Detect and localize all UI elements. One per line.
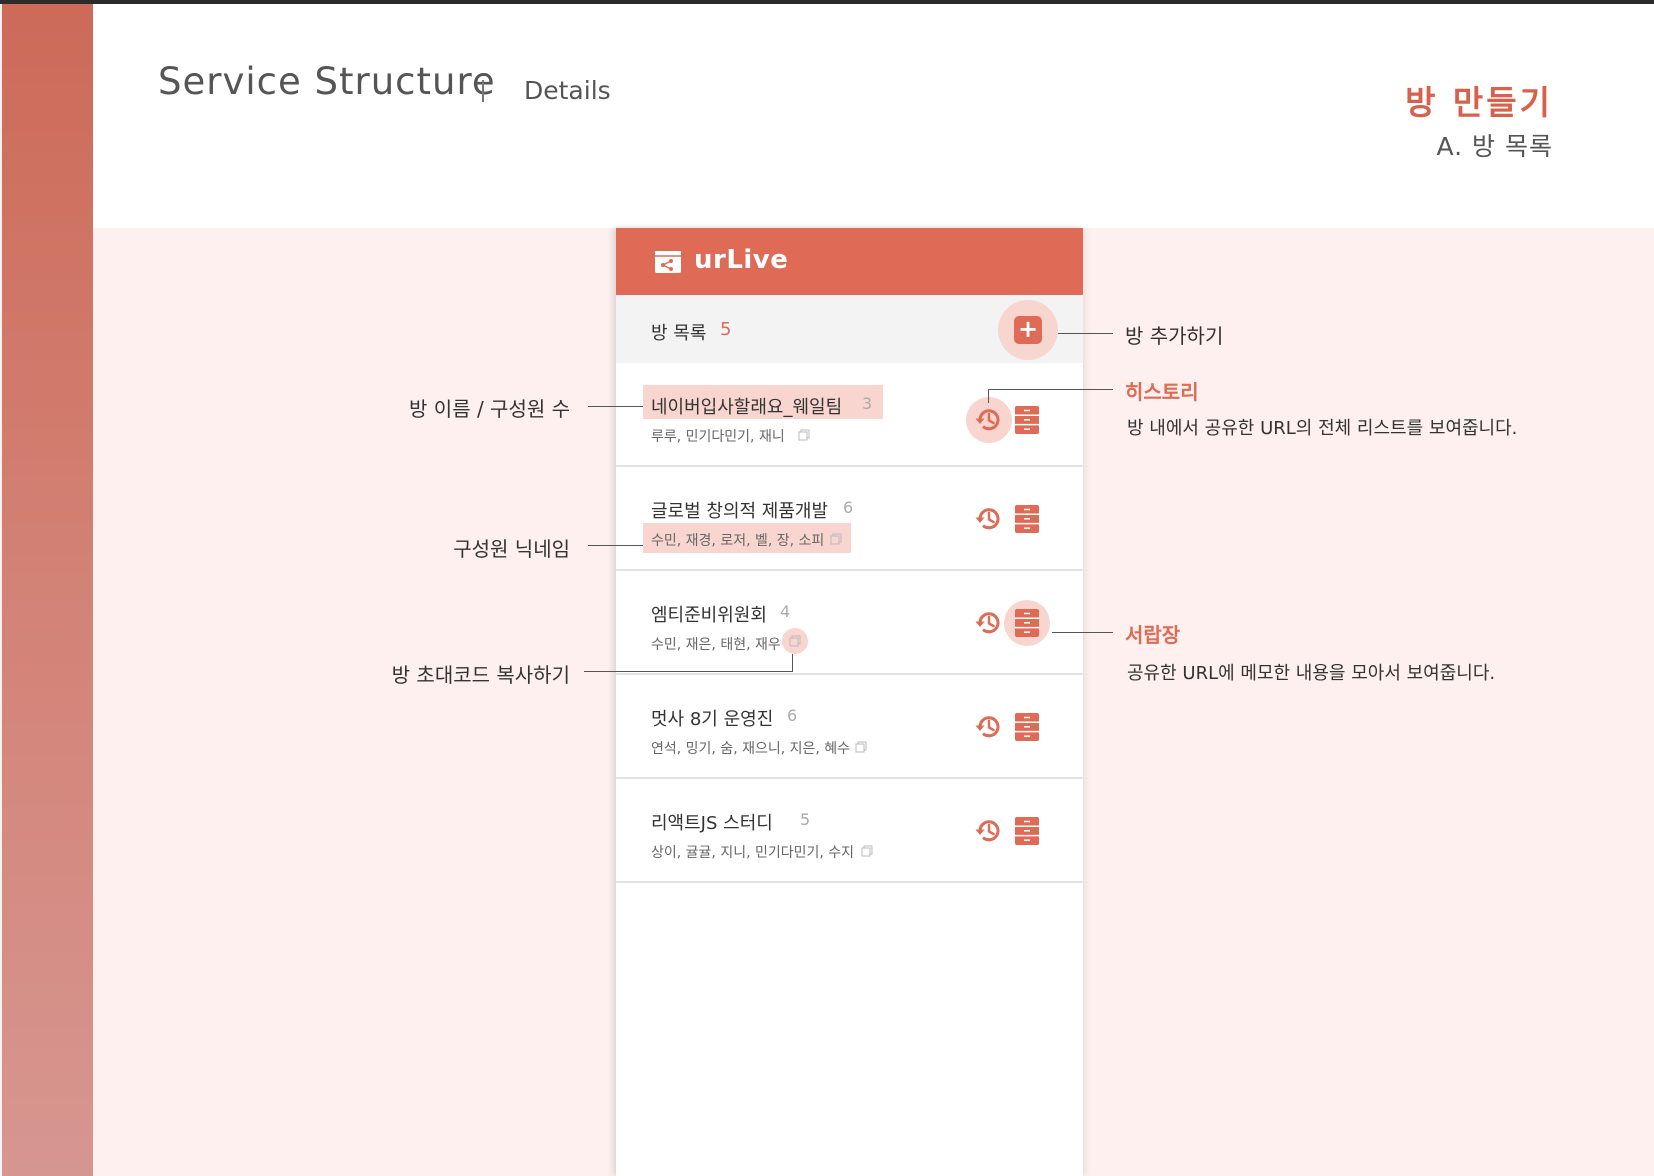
room-members: 수민, 재경, 로저, 벨, 장, 소피	[651, 533, 825, 549]
annotation-drawer-desc: 공유한 URL에 메모한 내용을 모아서 보여줍니다.	[1127, 663, 1496, 684]
annotation-add-room: 방 추가하기	[1125, 324, 1224, 348]
annotation-line	[988, 389, 989, 403]
section-subtitle: A. 방 목록	[1436, 132, 1553, 161]
annotation-line	[792, 654, 793, 671]
annotation-line	[588, 406, 643, 407]
share-logo-icon[interactable]	[654, 250, 682, 274]
copy-icon[interactable]	[798, 429, 810, 441]
room-name: 네이버입사할래요_웨일팀	[651, 397, 843, 418]
page-title: Service Structure	[158, 60, 496, 103]
history-icon[interactable]	[974, 712, 1004, 742]
annotation-line	[988, 389, 1113, 390]
annotation-line	[1058, 333, 1113, 334]
room-member-count: 4	[780, 602, 791, 621]
room-item[interactable]: 엠티준비위원회 4 수민, 재은, 태현, 재우	[616, 571, 1083, 675]
room-members: 상이, 귤귤, 지니, 민기다민기, 수지	[651, 845, 855, 861]
room-member-count: 6	[843, 498, 854, 517]
copy-icon[interactable]	[830, 533, 842, 545]
annotation-line	[588, 545, 643, 546]
drawer-icon[interactable]	[1015, 505, 1039, 533]
title-divider	[482, 80, 484, 102]
room-item[interactable]: 리액트JS 스터디 5 상이, 귤귤, 지니, 민기다민기, 수지	[616, 779, 1083, 883]
room-item[interactable]: 글로벌 창의적 제품개발 6 수민, 재경, 로저, 벨, 장, 소피	[616, 467, 1083, 571]
app-logo-text: urLive	[694, 245, 789, 275]
add-room-button[interactable]: +	[1014, 316, 1042, 344]
room-item[interactable]: 네이버입사할래요_웨일팀 3 루루, 민기다민기, 재니	[616, 363, 1083, 467]
history-icon[interactable]	[974, 405, 1004, 435]
annotation-copy-invite: 방 초대코드 복사하기	[391, 663, 570, 687]
page-subtitle: Details	[524, 76, 611, 105]
drawer-icon[interactable]	[1015, 609, 1039, 637]
room-name: 리액트JS 스터디	[651, 813, 773, 834]
side-stripe	[2, 4, 93, 1176]
history-icon[interactable]	[974, 504, 1004, 534]
section-title: 방 만들기	[1405, 83, 1553, 122]
room-name: 엠티준비위원회	[651, 605, 767, 626]
room-members: 수민, 재은, 태현, 재우	[651, 637, 781, 653]
room-member-count: 3	[862, 394, 873, 413]
copy-icon[interactable]	[855, 741, 867, 753]
annotation-line	[584, 671, 793, 672]
room-members: 루루, 민기다민기, 재니	[651, 429, 785, 445]
annotation-line	[1052, 632, 1113, 633]
room-members: 연석, 밍기, 숨, 재으니, 지은, 혜수	[651, 741, 851, 757]
room-name: 멋사 8기 운영진	[651, 709, 774, 730]
drawer-icon[interactable]	[1015, 817, 1039, 845]
drawer-icon[interactable]	[1015, 713, 1039, 741]
annotation-member-nicknames: 구성원 닉네임	[453, 537, 570, 561]
room-list-header: 방 목록 5 +	[616, 295, 1083, 363]
history-icon[interactable]	[974, 816, 1004, 846]
copy-icon[interactable]	[789, 635, 801, 647]
history-icon[interactable]	[974, 608, 1004, 638]
phone-mockup: urLive 방 목록 5 + 네이버입사할래요_웨일팀 3 루루, 민기다민기…	[616, 228, 1083, 1176]
annotation-history-title: 히스토리	[1125, 380, 1199, 404]
slide: Service Structure Details 방 만들기 A. 방 목록 …	[0, 4, 1654, 1176]
annotation-history-desc: 방 내에서 공유한 URL의 전체 리스트를 보여줍니다.	[1127, 418, 1518, 439]
room-name: 글로벌 창의적 제품개발	[651, 501, 829, 522]
room-list-count: 5	[720, 319, 732, 340]
room-list-label: 방 목록	[651, 323, 707, 344]
copy-icon[interactable]	[861, 845, 873, 857]
app-bar: urLive	[616, 228, 1083, 295]
room-member-count: 5	[800, 810, 811, 829]
annotation-drawer-title: 서랍장	[1125, 623, 1181, 647]
room-member-count: 6	[787, 706, 798, 725]
drawer-icon[interactable]	[1015, 406, 1039, 434]
room-item[interactable]: 멋사 8기 운영진 6 연석, 밍기, 숨, 재으니, 지은, 혜수	[616, 675, 1083, 779]
annotation-room-name-count: 방 이름 / 구성원 수	[409, 397, 570, 421]
